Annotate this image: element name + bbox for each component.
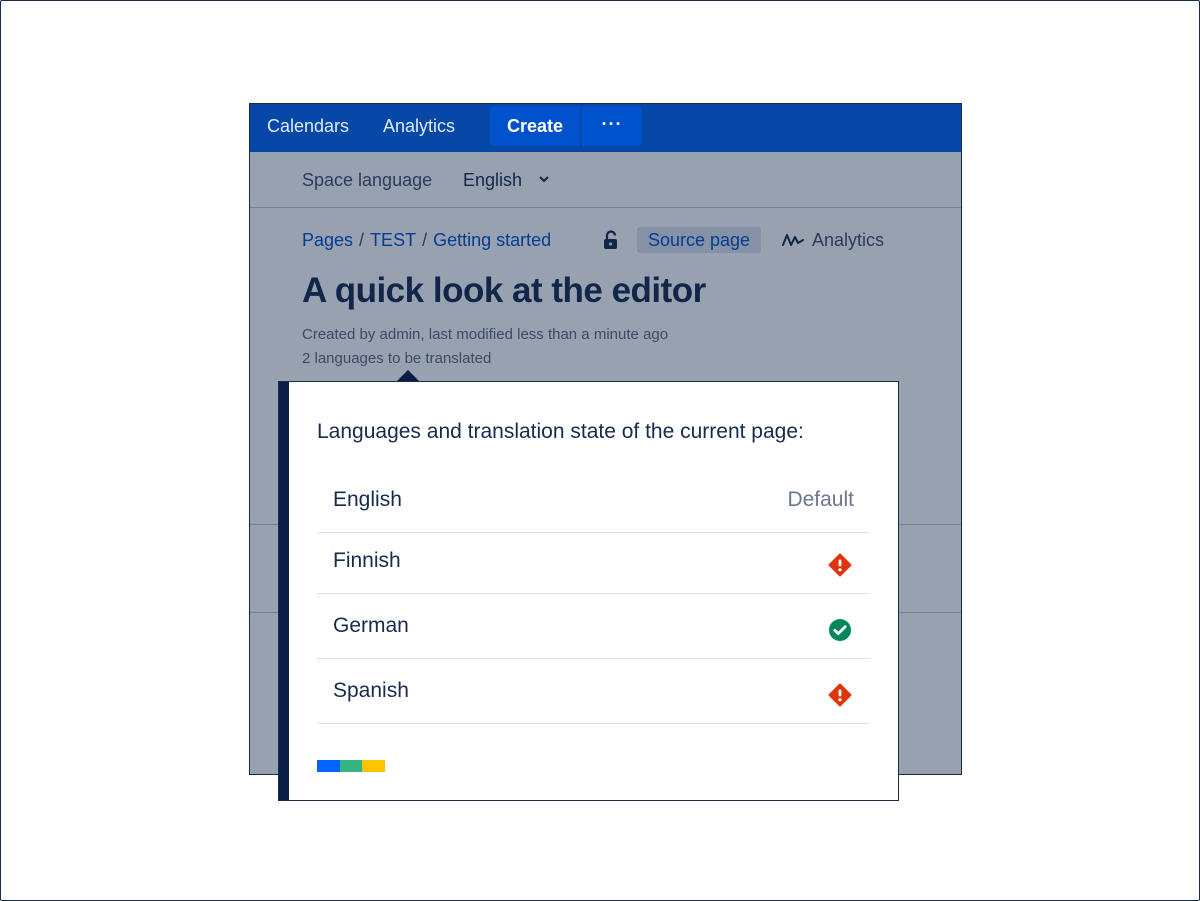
warning-icon	[828, 553, 852, 577]
brand-segment-blue	[317, 760, 340, 772]
language-row-finnish[interactable]: Finnish	[317, 528, 870, 594]
brand-segment-green	[339, 760, 363, 772]
translation-state-popup: Languages and translation state of the c…	[278, 381, 899, 801]
create-button[interactable]: Create	[490, 106, 580, 146]
language-name: German	[333, 614, 409, 637]
nav-calendars[interactable]: Calendars	[267, 104, 349, 148]
brand-logo-bar	[317, 760, 385, 772]
language-name: Finnish	[333, 549, 401, 572]
default-badge: Default	[787, 488, 854, 511]
language-row-english[interactable]: English Default	[317, 467, 870, 533]
popup-accent-bar	[279, 382, 289, 800]
language-name: English	[333, 488, 402, 511]
language-name: Spanish	[333, 679, 409, 702]
popup-title: Languages and translation state of the c…	[317, 420, 804, 443]
top-navigation: Calendars Analytics Create ···	[250, 104, 961, 152]
brand-segment-yellow	[362, 760, 385, 772]
warning-icon	[828, 683, 852, 707]
language-row-german[interactable]: German	[317, 593, 870, 659]
nav-analytics[interactable]: Analytics	[383, 104, 455, 148]
check-circle-icon	[829, 619, 851, 641]
more-button[interactable]: ···	[582, 106, 642, 146]
language-row-spanish[interactable]: Spanish	[317, 658, 870, 724]
